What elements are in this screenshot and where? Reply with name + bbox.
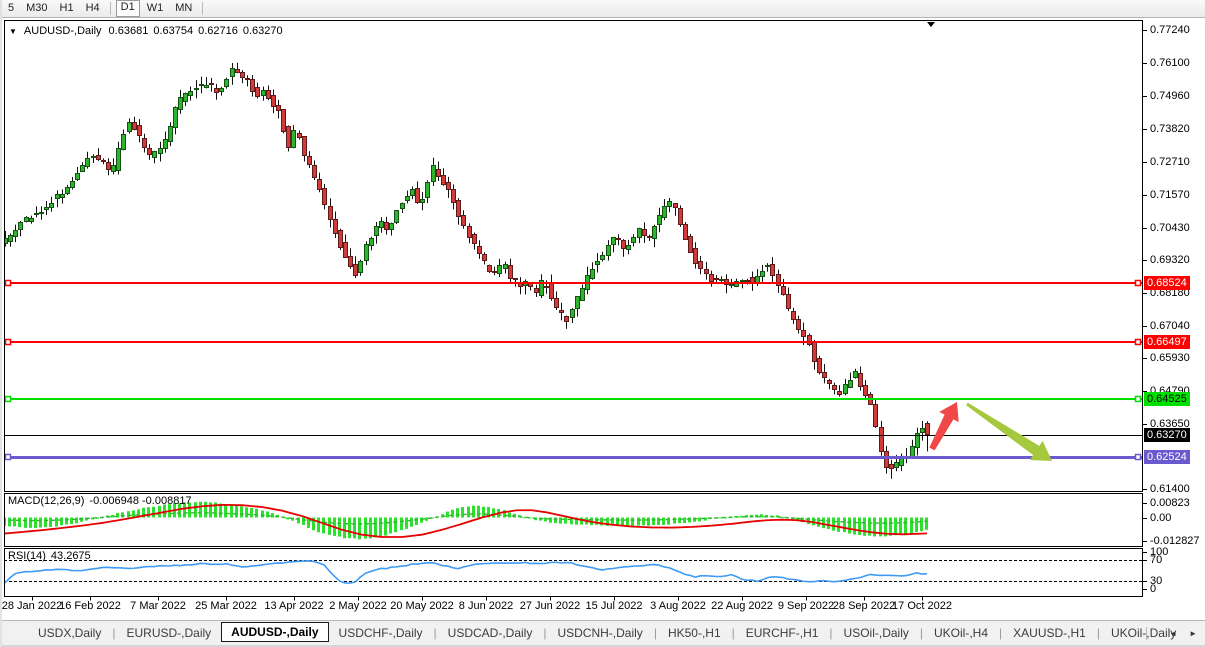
tab-eurusd-daily[interactable]: EURUSD-,Daily	[116, 623, 221, 643]
rsi-indicator-label: RSI(14)	[8, 550, 46, 562]
toolbar-separator	[202, 2, 204, 15]
macd-indicator-values: -0.006948 -0.008817	[89, 495, 192, 507]
price-badge-0.64525: 0.64525	[1144, 391, 1190, 406]
timeframe-button-D1[interactable]: D1	[115, 0, 140, 17]
price-tick-label: 0.74960	[1150, 90, 1190, 103]
price-tick-label: 0.61400	[1150, 483, 1190, 496]
tab-scroll-left-icon[interactable]: ◄	[1169, 629, 1177, 638]
timeframe-button-H1[interactable]: H1	[55, 1, 79, 16]
date-tick-label: 9 Sep 2022	[777, 600, 835, 612]
date-tick-label: 20 May 2022	[390, 600, 454, 612]
price-tick-label: 0.69320	[1150, 253, 1190, 266]
tab-usdcad-daily[interactable]: USDCAD-,Daily	[438, 623, 543, 643]
symbol-tabbar: USDX,Daily | EURUSD-,Daily AUDUSD-,Daily USD…	[2, 620, 1205, 645]
timeframe-button-5[interactable]: 5	[3, 1, 19, 16]
tab-eurchf-h1[interactable]: EURCHF-,H1	[736, 623, 829, 643]
timeframe-button-MN[interactable]: MN	[170, 1, 197, 16]
price-badge-0.66497: 0.66497	[1144, 334, 1190, 349]
date-tick-label: 28 Jan 2022	[1, 600, 63, 612]
tab-hk50-h1[interactable]: HK50-,H1	[658, 623, 731, 643]
date-tick-label: 28 Sep 2022	[832, 600, 896, 612]
ohlc-close: 0.63270	[242, 25, 283, 37]
rsi-tick-label: 0	[1150, 582, 1157, 595]
price-tick-label: 0.72710	[1150, 155, 1190, 168]
rsi-indicator-value: 43.2675	[50, 550, 91, 562]
date-tick-label: 7 Mar 2022	[130, 600, 186, 612]
date-tick-label: 8 Jun 2022	[458, 600, 514, 612]
toolbar-separator	[109, 2, 111, 15]
timeframe-button-M30[interactable]: M30	[21, 1, 52, 16]
price-badge-0.62524: 0.62524	[1144, 449, 1190, 464]
price-tick-label: 0.67040	[1150, 320, 1190, 332]
timeframe-button-W1[interactable]: W1	[142, 1, 169, 16]
rsi-header: RSI(14) 43.2675	[8, 550, 91, 562]
price-tick-label: 0.71570	[1150, 188, 1190, 201]
price-badge-0.63270: 0.63270	[1144, 428, 1190, 443]
price-tick-label: 0.76100	[1150, 57, 1190, 70]
macd-tick-label: 0.00823	[1150, 496, 1190, 509]
tab-usoil-daily[interactable]: USOil-,Daily	[834, 623, 919, 643]
ohlc-high: 0.63754	[153, 25, 194, 37]
tab-usdcnh-daily[interactable]: USDCNH-,Daily	[547, 623, 652, 643]
price-tick-label: 0.73820	[1150, 123, 1190, 136]
tab-ukoil-h4[interactable]: UKOil-,H4	[924, 623, 998, 643]
symbol-dropdown-icon[interactable]: ▼	[9, 26, 17, 37]
tab-xauusd-h1[interactable]: XAUUSD-,H1	[1003, 623, 1096, 643]
date-tick-label: 2 May 2022	[329, 600, 387, 612]
tab-audusd-daily[interactable]: AUDUSD-,Daily	[221, 622, 329, 642]
tab-scroll-right-icon[interactable]: ►	[1189, 629, 1197, 638]
rsi-tick-label: 70	[1150, 554, 1163, 566]
date-tick-label: 27 Jun 2022	[519, 600, 581, 612]
macd-tick-label: 0.00	[1150, 511, 1172, 524]
price-badge-0.68524: 0.68524	[1144, 276, 1190, 290]
macd-indicator-label: MACD(12,26,9)	[8, 495, 85, 507]
chart-canvas[interactable]	[2, 0, 1205, 647]
tab-nav-divider	[1146, 626, 1148, 640]
date-tick-label: 15 Jul 2022	[585, 600, 643, 612]
date-tick-label: 17 Oct 2022	[892, 600, 952, 612]
ohlc-low: 0.62716	[198, 25, 238, 37]
tab-usdx-daily[interactable]: USDX,Daily	[28, 623, 111, 643]
date-tick-label: 22 Aug 2022	[711, 600, 773, 612]
chart-symbol: AUDUSD-,Daily	[23, 25, 102, 37]
price-tick-label: 0.65930	[1150, 352, 1190, 365]
date-tick-label: 25 Mar 2022	[195, 600, 257, 612]
macd-header: MACD(12,26,9) -0.006948 -0.008817	[8, 495, 192, 507]
date-tick-label: 3 Aug 2022	[650, 600, 706, 612]
date-tick-label: 13 Apr 2022	[264, 600, 324, 612]
ohlc-open: 0.63681	[108, 25, 149, 37]
price-tick-label: 0.70430	[1150, 221, 1190, 234]
chart-title: ▼ AUDUSD-,Daily 0.63681 0.63754 0.62716 …	[9, 25, 283, 37]
date-tick-label: 16 Feb 2022	[59, 600, 121, 612]
timeframe-button-H4[interactable]: H4	[81, 1, 105, 16]
price-tick-label: 0.77240	[1150, 24, 1190, 37]
mt4-window: 5 M30 H1 H4 D1 W1 MN ▼ AUDUSD-,Daily 0.63681 0…	[0, 0, 1205, 647]
timeframe-toolbar: 5 M30 H1 H4 D1 W1 MN	[2, 0, 1205, 18]
tab-nav: ◄ ►	[1146, 626, 1197, 640]
tab-usdchf-daily[interactable]: USDCHF-,Daily	[329, 623, 433, 643]
